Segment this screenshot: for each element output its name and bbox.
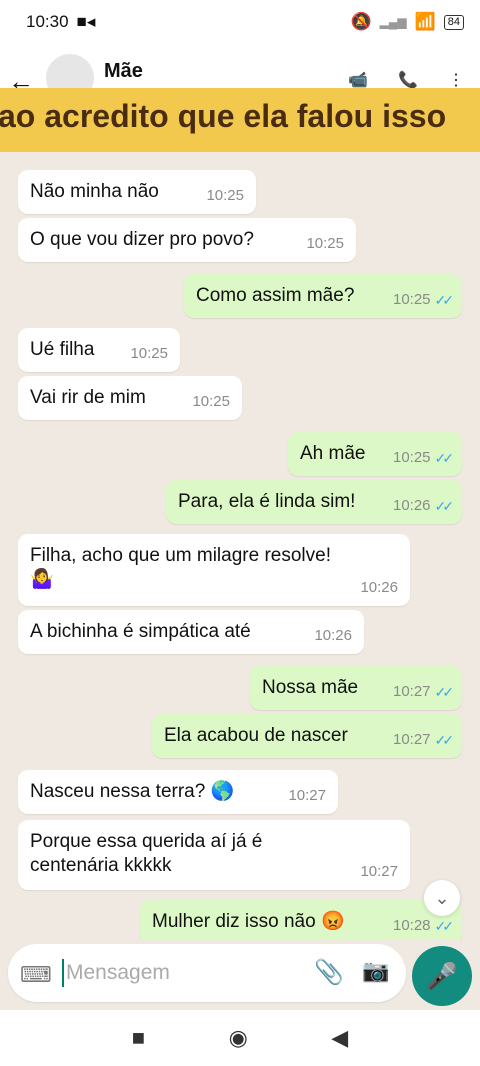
read-ticks-icon: ✓✓ [434,450,455,466]
message-in[interactable]: Não minha não 10:25 [18,170,256,214]
mic-icon: 🎤 [425,960,459,991]
message-text: Filha, acho que um milagre resolve! [30,545,331,566]
message-text: Ela acabou de nascer [164,725,348,746]
message-time: 10:25 [392,449,431,466]
read-ticks-icon: ✓✓ [434,918,455,934]
more-vert-icon[interactable]: ⋮ [448,70,464,90]
message-text: Para, ela é linda sim! [178,491,356,512]
shrug-emoji: 🤷‍♀️ [30,569,54,590]
message-out[interactable]: Como assim mãe? 10:25 ✓✓ [184,274,462,318]
message-time: 10:25 [306,235,344,252]
caption-text: ao acredito que ela falou isso [0,98,447,134]
caption-banner: ao acredito que ela falou isso [0,88,480,152]
status-time: 10:30 [26,12,69,31]
status-bar: 10:30 ■◂ 🔕 ▂▄▆ 📶 84 [0,0,480,44]
message-out[interactable]: Nossa mãe 10:27 ✓✓ [250,666,462,710]
message-in[interactable]: A bichinha é simpática até 10:26 [18,610,364,654]
message-time: 10:27 [288,787,326,804]
signal-icon: ▂▄▆ [379,15,407,29]
text-caret [62,959,64,987]
message-out[interactable]: Ah mãe 10:25 ✓✓ [288,432,462,476]
message-in[interactable]: Porque essa querida aí já é centenária k… [18,820,410,890]
circle-icon[interactable]: ◉ [229,1025,248,1051]
triangle-back-icon[interactable]: ◀ [331,1025,348,1051]
attach-icon[interactable]: 📎 [314,958,344,987]
keyboard-icon[interactable]: ⌨ [20,962,52,988]
mute-icon: 🔕 [350,12,372,31]
message-placeholder: Mensagem [66,961,170,984]
message-in[interactable]: Filha, acho que um milagre resolve! 🤷‍♀️… [18,534,410,606]
message-in[interactable]: Nasceu nessa terra? 🌎 10:27 [18,770,338,814]
message-text: Como assim mãe? [196,285,355,306]
message-time: 10:27 [392,683,431,700]
message-in[interactable]: O que vou dizer pro povo? 10:25 [18,218,356,262]
message-text: Porque essa querida aí já é centenária k… [30,831,263,876]
header-actions: 📹 📞 ⋮ [348,70,464,90]
message-text: Não minha não [30,181,159,202]
message-out[interactable]: Para, ela é linda sim! 10:26 ✓✓ [166,480,462,524]
battery-icon: 84 [443,14,464,30]
composer: ⌨ Mensagem 📎 📷 🎤 [0,940,480,1010]
chat-header: ← Mãe 📹 📞 ⋮ [0,44,480,102]
message-time: 10:25 [392,291,431,308]
read-ticks-icon: ✓✓ [434,684,455,700]
video-record-icon: ■◂ [76,12,96,31]
message-input[interactable]: ⌨ Mensagem 📎 📷 [8,944,406,1002]
message-out[interactable]: Mulher diz isso não 😡 10:28 ✓✓ [140,900,462,940]
message-in[interactable]: Ué filha 10:25 [18,328,180,372]
status-icons: 🔕 ▂▄▆ 📶 84 [350,12,464,32]
message-time: 10:25 [130,345,168,362]
mic-button[interactable]: 🎤 [412,946,472,1006]
message-time: 10:26 [360,579,398,596]
video-icon[interactable]: 📹 [348,70,368,90]
message-time: 10:27 [360,863,398,880]
contact-name[interactable]: Mãe [104,60,143,83]
message-text: A bichinha é simpática até [30,621,251,642]
message-text: Nossa mãe [262,677,359,698]
phone-icon[interactable]: 📞 [398,70,418,90]
message-time: 10:26 [314,627,352,644]
message-text: O que vou dizer pro povo? [30,229,254,250]
message-time: 10:26 [392,497,431,514]
message-text: Nasceu nessa terra? 🌎 [30,781,235,802]
message-time: 10:28 [392,917,431,934]
read-ticks-icon: ✓✓ [434,732,455,748]
camera-icon[interactable]: 📷 [362,958,389,984]
message-text: Ué filha [30,339,95,360]
message-out[interactable]: Ela acabou de nascer 10:27 ✓✓ [152,714,462,758]
read-ticks-icon: ✓✓ [434,292,455,308]
message-time: 10:27 [392,731,431,748]
chevron-double-down-icon: ⌄ [434,887,450,908]
message-time: 10:25 [206,187,244,204]
read-ticks-icon: ✓✓ [434,498,455,514]
android-nav-bar: ■ ◉ ◀ [0,1010,480,1066]
message-in[interactable]: Vai rir de mim 10:25 [18,376,242,420]
square-icon[interactable]: ■ [132,1025,145,1051]
message-time: 10:25 [192,393,230,410]
message-list[interactable]: Não minha não 10:25 O que vou dizer pro … [0,152,480,940]
scroll-down-button[interactable]: ⌄ [424,880,460,916]
wifi-icon: 📶 [414,12,436,31]
message-text: Mulher diz isso não 😡 [152,911,345,932]
message-text: Ah mãe [300,443,366,464]
message-text: Vai rir de mim [30,387,146,408]
